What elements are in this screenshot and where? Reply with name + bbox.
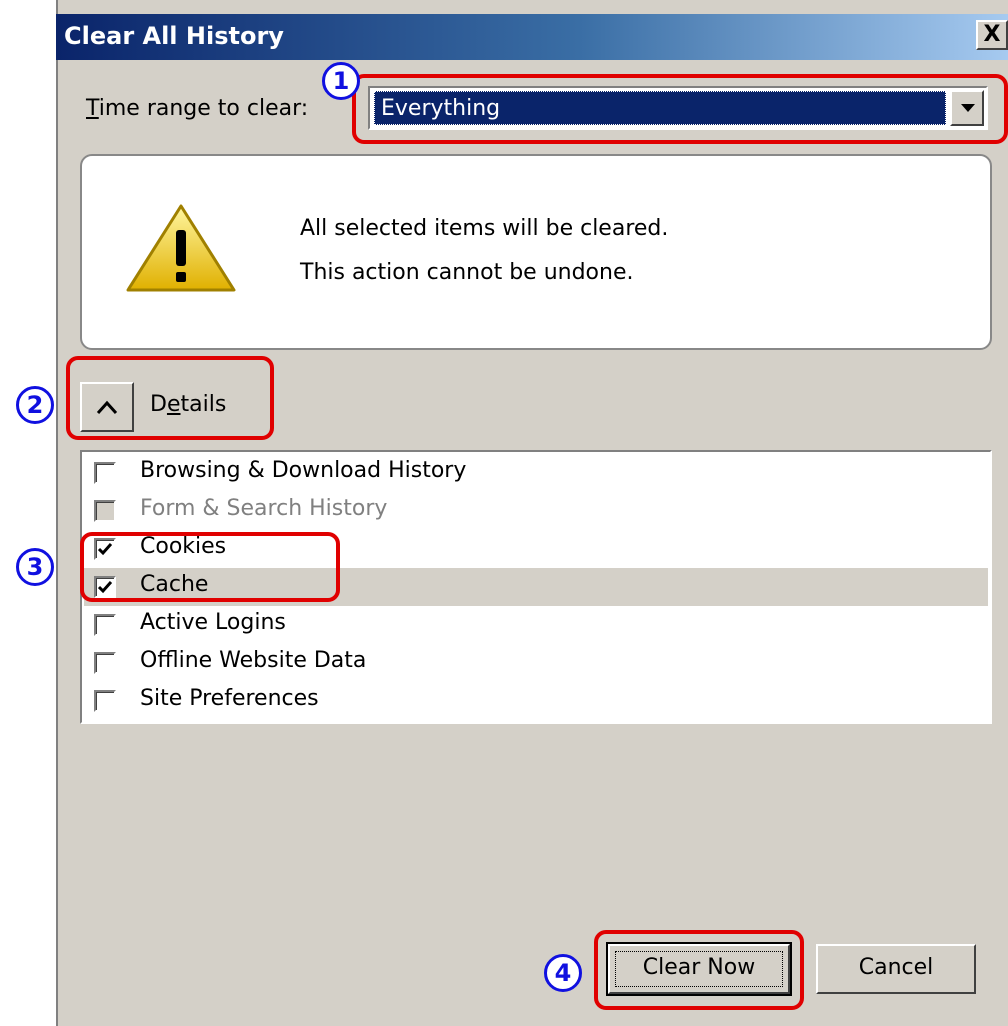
- time-range-selected-value: Everything: [374, 91, 946, 125]
- list-item-cookies[interactable]: Cookies: [84, 530, 988, 568]
- history-items-list: Browsing & Download History Form & Searc…: [80, 450, 992, 724]
- item-label: Browsing & Download History: [140, 458, 467, 483]
- checkbox-offline-website-data[interactable]: [94, 652, 116, 674]
- checkmark-icon: [98, 581, 112, 594]
- annotation-number-1: 1: [322, 62, 360, 100]
- details-toggle-button[interactable]: [80, 382, 134, 432]
- chevron-up-icon: [96, 400, 118, 415]
- list-item-site-preferences[interactable]: Site Preferences: [84, 682, 988, 720]
- annotation-number-2: 2: [16, 386, 54, 424]
- item-label: Active Logins: [140, 610, 286, 635]
- warning-icon: [126, 204, 236, 292]
- focus-ring: [615, 951, 783, 987]
- warning-line-1: All selected items will be cleared.: [300, 216, 669, 241]
- details-label-accesskey: e: [166, 392, 181, 417]
- checkbox-site-preferences[interactable]: [94, 690, 116, 712]
- item-label: Cache: [140, 572, 209, 597]
- checkbox-form-search-history[interactable]: [94, 500, 116, 522]
- time-range-label-text: ime range to clear:: [98, 96, 309, 121]
- time-range-label-accesskey: T: [86, 96, 99, 121]
- dropdown-arrow-icon[interactable]: [950, 90, 984, 126]
- item-label: Form & Search History: [140, 496, 388, 521]
- clear-now-button[interactable]: Clear Now: [606, 942, 792, 996]
- cancel-button[interactable]: Cancel: [816, 944, 976, 994]
- annotation-number-4: 4: [544, 954, 582, 992]
- checkmark-icon: [98, 543, 112, 556]
- time-range-select[interactable]: Everything: [368, 86, 988, 130]
- list-item-cache[interactable]: Cache: [84, 568, 988, 606]
- list-item-form-search-history[interactable]: Form & Search History: [84, 492, 988, 530]
- item-label: Site Preferences: [140, 686, 319, 711]
- list-item-offline-website-data[interactable]: Offline Website Data: [84, 644, 988, 682]
- warning-line-2: This action cannot be undone.: [300, 260, 634, 285]
- close-button[interactable]: X: [976, 20, 1008, 50]
- details-label-pre: D: [150, 392, 167, 417]
- checkbox-cookies[interactable]: [94, 538, 116, 560]
- list-item-browsing-download-history[interactable]: Browsing & Download History: [84, 454, 988, 492]
- list-item-active-logins[interactable]: Active Logins: [84, 606, 988, 644]
- time-range-label: Time range to clear:: [86, 96, 308, 121]
- checkbox-active-logins[interactable]: [94, 614, 116, 636]
- annotation-number-3: 3: [16, 548, 54, 586]
- details-label-post: tails: [180, 392, 227, 417]
- dialog-title: Clear All History: [64, 22, 284, 50]
- checkbox-browsing-download-history[interactable]: [94, 462, 116, 484]
- details-label: Details: [150, 392, 226, 417]
- checkbox-cache[interactable]: [94, 576, 116, 598]
- item-label: Offline Website Data: [140, 648, 367, 673]
- item-label: Cookies: [140, 534, 227, 559]
